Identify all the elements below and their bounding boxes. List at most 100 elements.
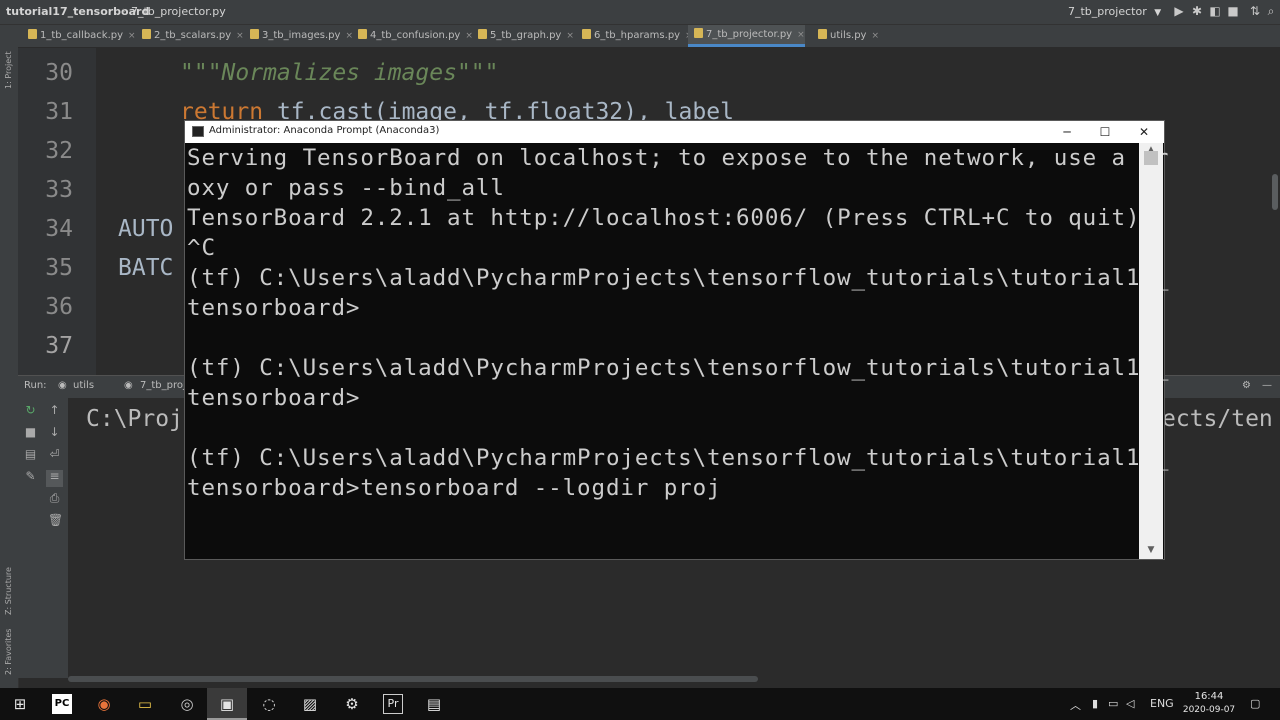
python-file-icon — [478, 29, 487, 39]
run-output-left: C:\Proj — [86, 406, 183, 432]
console-line: Serving TensorBoard on localhost; to exp… — [187, 145, 1170, 171]
notepad-icon[interactable]: ▤ — [424, 694, 444, 714]
pin-icon[interactable]: ✎ — [24, 470, 37, 483]
run-tab-utils[interactable]: utils — [73, 380, 94, 391]
console-line: (tf) C:\Users\aladd\PycharmProjects\tens… — [187, 445, 1170, 471]
python-file-icon — [582, 29, 591, 39]
code-autotune: AUTO — [118, 216, 174, 242]
run-panel-toolbar: ↻ ■ ▤ ✎ ↑ ↓ ⏎ ≡ ⎙ 🗑 — [18, 398, 68, 678]
console-line: (tf) C:\Users\aladd\PycharmProjects\tens… — [187, 265, 1170, 291]
close-icon[interactable]: × — [871, 31, 879, 41]
python-file-icon — [694, 28, 703, 38]
editor-tab-bar: 1_tb_callback.py × 2_tb_scalars.py × 3_tb_… — [18, 25, 1280, 48]
file-explorer-icon[interactable]: ▭ — [135, 694, 155, 714]
network-icon[interactable]: ▭ — [1108, 697, 1118, 710]
python-file-icon — [358, 29, 367, 39]
run-icon[interactable]: ▶ — [1172, 4, 1186, 18]
search-icon[interactable]: ⌕ — [1264, 4, 1278, 18]
console-title: Administrator: Anaconda Prompt (Anaconda… — [209, 125, 440, 136]
clock-date[interactable]: 2020-09-07 — [1180, 705, 1238, 715]
windows-start-icon[interactable]: ⊞ — [10, 694, 30, 714]
python-file-icon — [142, 29, 151, 39]
console-scrollbar[interactable]: ▲ ▼ — [1139, 143, 1163, 559]
tab-6-tb-hparams[interactable]: 6_tb_hparams.py× — [576, 25, 693, 47]
line-number: 36 — [45, 294, 73, 320]
console-output[interactable]: Serving TensorBoard on localhost; to exp… — [187, 145, 1168, 559]
close-button[interactable]: ✕ — [1125, 121, 1163, 143]
scroll-to-end-icon[interactable]: ≡ — [46, 470, 63, 487]
python-icon: ◉ — [58, 380, 67, 391]
firefox-icon[interactable]: ◉ — [94, 694, 114, 714]
minimize-panel-icon[interactable]: — — [1262, 380, 1272, 391]
run-config-label: 7_tb_projector — [1068, 5, 1147, 18]
maximize-button[interactable]: ☐ — [1086, 121, 1124, 143]
console-titlebar[interactable]: Administrator: Anaconda Prompt (Anaconda… — [185, 121, 1164, 143]
notification-icon[interactable]: ▢ — [1250, 697, 1260, 710]
stop-icon[interactable]: ■ — [1226, 4, 1240, 18]
obs-icon[interactable]: ◌ — [259, 694, 279, 714]
close-icon[interactable]: × — [236, 31, 244, 41]
close-icon[interactable]: × — [797, 30, 805, 40]
photos-icon[interactable]: ▨ — [300, 694, 320, 714]
line-number: 35 — [45, 255, 73, 281]
scrollbar-thumb[interactable] — [1144, 151, 1158, 165]
console-prompt-input[interactable]: tensorboard>tensorboard --logdir proj — [187, 475, 722, 501]
tab-label: 5_tb_graph.py — [490, 30, 562, 41]
console-line: (tf) C:\Users\aladd\PycharmProjects\tens… — [187, 355, 1170, 381]
tab-utils[interactable]: utils.py × — [812, 25, 879, 47]
close-icon[interactable]: × — [566, 31, 574, 41]
debug-icon[interactable]: ✱ — [1190, 4, 1204, 18]
tray-chevron-up-icon[interactable]: ︿ — [1070, 697, 1081, 713]
anaconda-prompt-window[interactable]: Administrator: Anaconda Prompt (Anaconda… — [184, 120, 1168, 560]
scrollbar-thumb[interactable] — [1272, 174, 1278, 210]
tab-label: 6_tb_hparams.py — [594, 30, 681, 41]
tab-label: 7_tb_projector.py — [706, 29, 793, 40]
tab-4-tb-confusion[interactable]: 4_tb_confusion.py × — [352, 25, 473, 47]
terminal-taskbar-icon[interactable]: ▣ — [207, 688, 247, 720]
horizontal-scrollbar[interactable] — [68, 676, 758, 682]
taskbar: ⊞ PC ◉ ▭ ◎ ▣ ◌ ▨ ⚙ Pr ▤ ︿ ▮ ▭ ◁ ENG 16:4… — [0, 688, 1280, 720]
stop-icon[interactable]: ■ — [24, 426, 37, 439]
print-icon[interactable]: ⎙ — [48, 492, 61, 505]
run-config-dropdown[interactable]: 7_tb_projector ▼ — [1062, 3, 1167, 20]
scroll-down-icon[interactable]: ↓ — [48, 426, 61, 439]
tray-device-icon[interactable]: ▮ — [1092, 697, 1098, 710]
project-tool-tab[interactable]: 1: Project — [4, 51, 13, 89]
pycharm-icon[interactable]: PC — [52, 694, 72, 714]
favorites-tool-tab[interactable]: 2: Favorites — [4, 629, 13, 675]
console-line: TensorBoard 2.2.1 at http://localhost:60… — [187, 205, 1141, 231]
minimize-button[interactable]: ─ — [1048, 121, 1086, 143]
breadcrumb-file[interactable]: 7_tb_projector.py — [131, 5, 226, 18]
language-indicator[interactable]: ENG — [1150, 697, 1174, 710]
tab-3-tb-images[interactable]: 3_tb_images.py × — [244, 25, 353, 47]
volume-icon[interactable]: ◁ — [1126, 697, 1134, 710]
tab-1-tb-callback[interactable]: 1_tb_callback.py × — [22, 25, 136, 47]
gear-icon[interactable]: ⚙ — [1242, 380, 1251, 391]
tab-7-tb-projector[interactable]: 7_tb_projector.py × — [688, 25, 805, 47]
tab-5-tb-graph[interactable]: 5_tb_graph.py × — [472, 25, 574, 47]
line-number: 31 — [45, 99, 73, 125]
structure-tool-tab[interactable]: Z: Structure — [4, 567, 13, 615]
tab-label: utils.py — [830, 30, 867, 41]
spotify-icon[interactable]: ◎ — [177, 694, 197, 714]
coverage-icon[interactable]: ◧ — [1208, 4, 1222, 18]
breadcrumb-separator: › — [122, 4, 127, 17]
tab-2-tb-scalars[interactable]: 2_tb_scalars.py × — [136, 25, 244, 47]
ide-titlebar: tutorial17_tensorboard › 7_tb_projector.… — [0, 0, 1280, 25]
scroll-up-icon[interactable]: ↑ — [48, 404, 61, 417]
layout-icon[interactable]: ▤ — [24, 448, 37, 461]
trash-icon[interactable]: 🗑 — [48, 514, 63, 527]
terminal-icon — [192, 126, 204, 137]
editor-scrollbar[interactable] — [1270, 48, 1280, 375]
clock-time[interactable]: 16:44 — [1186, 691, 1232, 702]
close-icon[interactable]: × — [128, 31, 136, 41]
rerun-icon[interactable]: ↻ — [24, 404, 37, 417]
console-line: ^C — [187, 235, 216, 261]
scroll-down-arrow-icon[interactable]: ▼ — [1139, 545, 1163, 555]
vcs-icon[interactable]: ⇅ — [1248, 4, 1262, 18]
settings-gear-icon[interactable]: ⚙ — [342, 694, 362, 714]
soft-wrap-icon[interactable]: ⏎ — [48, 448, 61, 461]
premiere-icon[interactable]: Pr — [383, 694, 403, 714]
run-output-right: ects/ten — [1162, 406, 1273, 432]
breadcrumb-project[interactable]: tutorial17_tensorboard — [6, 5, 149, 18]
